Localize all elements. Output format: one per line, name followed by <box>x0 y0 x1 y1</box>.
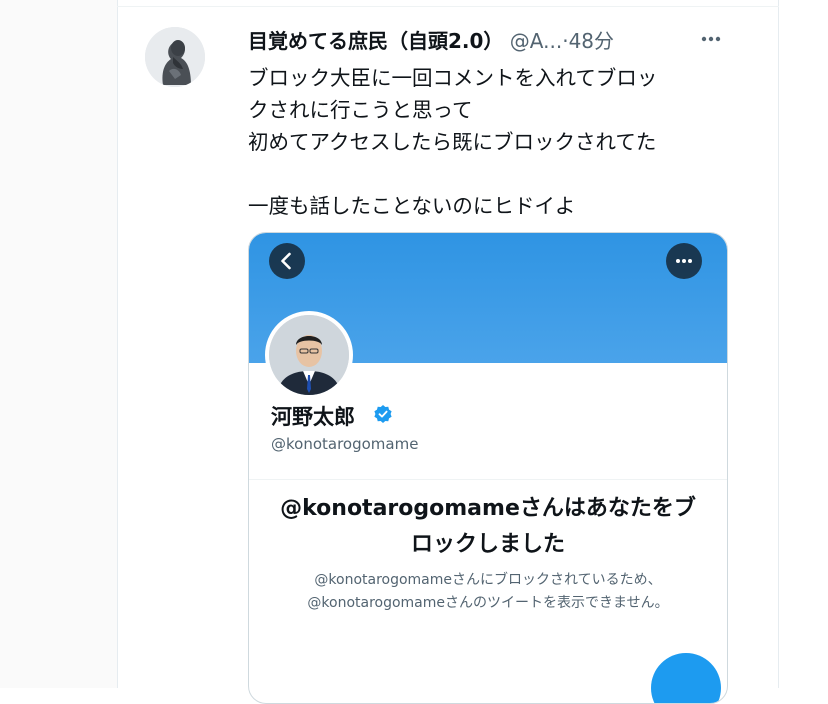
author-display-name[interactable]: 目覚めてる庶民（自頭2.0） <box>248 29 503 53</box>
thinker-statue-image <box>145 27 205 87</box>
timeline-right-border <box>778 0 779 688</box>
floating-action-button[interactable] <box>651 653 721 703</box>
blocked-message-description: @konotarogomameさんにブロックされているため、 @konotaro… <box>307 572 669 611</box>
profile-handle: @konotarogomame <box>271 435 419 453</box>
tweet-top-divider <box>117 6 779 7</box>
timeline-left-border <box>117 0 118 688</box>
blocked-message-title: @konotarogomameさんはあなたをブ ロックしました <box>280 496 696 557</box>
more-horizontal-icon <box>676 259 692 263</box>
tweet-body-text: ブロック大臣に一回コメントを入れてブロッ クされに行こうと思って 初めてアクセス… <box>248 66 658 218</box>
profile-display-name: 河野太郎 <box>271 405 355 429</box>
profile-more-button[interactable] <box>666 243 702 279</box>
tweet-timestamp[interactable]: 48分 <box>569 29 614 53</box>
profile-divider <box>249 479 727 480</box>
author-handle[interactable]: @A... <box>510 29 562 53</box>
more-horizontal-icon[interactable] <box>696 24 726 54</box>
tweet-header: 目覚めてる庶民（自頭2.0） @A...·48分 <box>248 25 728 57</box>
embedded-screenshot-card[interactable]: 河野太郎 @konotarogomame @konotarogomameさんはあ… <box>248 232 728 704</box>
back-button[interactable] <box>269 243 305 279</box>
profile-avatar[interactable] <box>265 311 353 399</box>
tweet-author-avatar[interactable] <box>145 27 205 87</box>
profile-photo <box>269 315 349 395</box>
chevron-left-icon <box>281 252 291 270</box>
left-gutter <box>0 0 117 688</box>
verified-badge-icon <box>373 404 393 424</box>
